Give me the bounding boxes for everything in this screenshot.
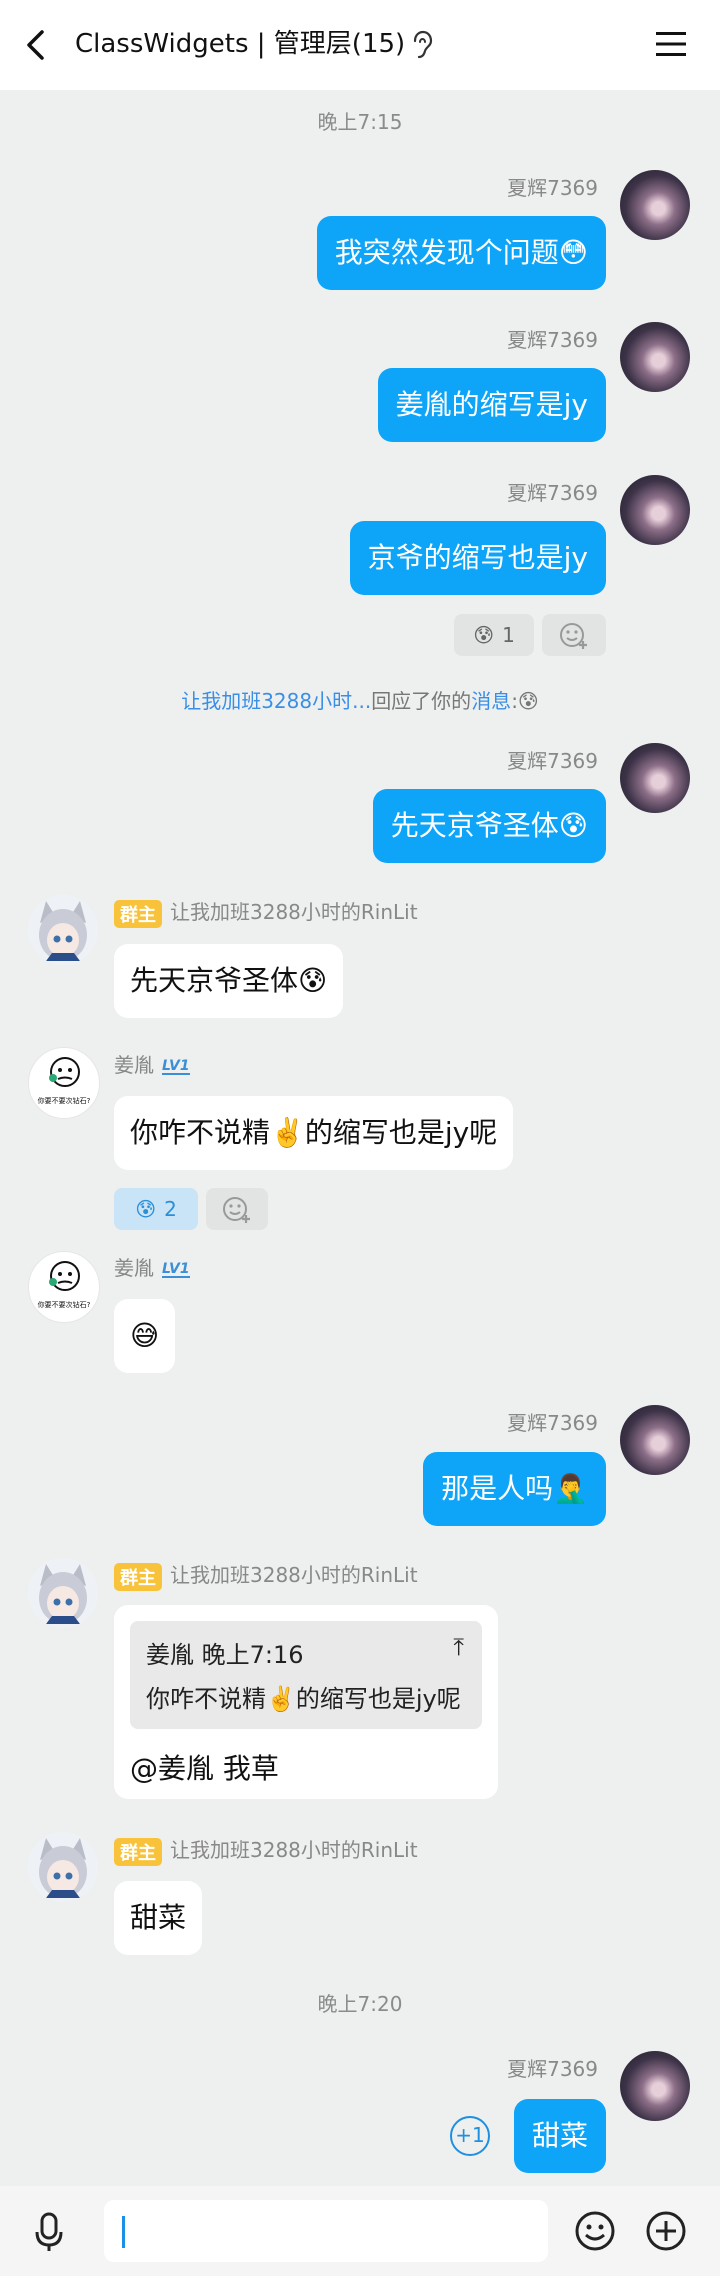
- sender-name: 群主 让我加班3288小时的RinLit: [114, 896, 418, 928]
- message-bubble[interactable]: 那是人吗🤦‍♂️: [423, 1452, 606, 1526]
- sender-name: 夏辉7369: [507, 481, 598, 505]
- sender-name: 夏辉7369: [507, 2057, 598, 2081]
- quoted-message[interactable]: 姜胤 晚上7:16 ⤒ 你咋不说精✌️的缩写也是jy呢: [130, 1621, 482, 1729]
- sender-name: 夏辉7369: [507, 328, 598, 352]
- sender-name: 群主 让我加班3288小时的RinLit: [114, 1834, 418, 1866]
- chat-title: ClassWidgets | 管理层(15): [75, 29, 406, 59]
- add-reaction-button[interactable]: [206, 1188, 268, 1230]
- sender-name: 姜胤 LV1: [114, 1252, 190, 1281]
- quote-header: 姜胤 晚上7:16: [146, 1641, 304, 1669]
- avatar[interactable]: [620, 2051, 690, 2121]
- sender-name: 夏辉7369: [507, 1411, 598, 1435]
- notice-user-link[interactable]: 让我加班3288小时...: [181, 689, 371, 713]
- avatar[interactable]: [620, 170, 690, 240]
- meme-caption: 你要不要次钻石?: [38, 1300, 91, 1309]
- add-reaction-icon: [223, 1197, 250, 1223]
- timestamp: 晚上7:20: [317, 1992, 403, 2016]
- sender-label: 姜胤: [114, 1053, 154, 1077]
- reply-text: @姜胤 我草: [130, 1752, 279, 1785]
- notice-text: 回应了你的: [371, 689, 472, 713]
- sender-label: 让我加班3288小时的RinLit: [170, 1563, 418, 1587]
- avatar[interactable]: [28, 1832, 98, 1902]
- meme-avatar-image: 你要不要次钻石?: [38, 1057, 91, 1105]
- avatar[interactable]: [28, 895, 98, 965]
- reaction-emoji: 😰: [135, 1197, 157, 1221]
- message-bubble[interactable]: 姜胤的缩写是jy: [377, 368, 606, 442]
- reaction-chip[interactable]: 😰 1: [454, 614, 534, 656]
- avatar[interactable]: 你要不要次钻石?: [28, 1251, 100, 1323]
- plus-one-button[interactable]: +1: [450, 2116, 490, 2156]
- avatar[interactable]: [620, 475, 690, 545]
- ear-icon: [413, 30, 433, 59]
- sender-name: 夏辉7369: [507, 176, 598, 200]
- add-reaction-button[interactable]: [542, 614, 606, 656]
- collapse-arrow-icon[interactable]: ⤒: [453, 1633, 464, 1661]
- meme-avatar-image: 你要不要次钻石?: [38, 1261, 91, 1309]
- sender-label: 姜胤: [114, 1256, 154, 1280]
- owner-badge: 群主: [114, 899, 162, 928]
- message-bubble[interactable]: 甜菜: [114, 1881, 203, 1955]
- avatar[interactable]: [620, 322, 690, 392]
- owner-badge: 群主: [114, 1562, 162, 1591]
- sender-name: 姜胤 LV1: [114, 1049, 190, 1078]
- message-bubble[interactable]: 先天京爷圣体😰: [372, 789, 606, 863]
- anime-avatar-image: [28, 895, 98, 965]
- text-cursor: [122, 2216, 125, 2248]
- quote-text: 你咋不说精✌️的缩写也是jy呢: [146, 1685, 461, 1713]
- avatar[interactable]: [28, 1558, 98, 1628]
- avatar[interactable]: [620, 743, 690, 813]
- message-bubble[interactable]: 甜菜: [513, 2099, 606, 2173]
- message-bubble[interactable]: 京爷的缩写也是jy: [349, 521, 606, 595]
- reaction-chip[interactable]: 😰 2: [114, 1188, 198, 1230]
- reply-bubble[interactable]: 姜胤 晚上7:16 ⤒ 你咋不说精✌️的缩写也是jy呢 @姜胤 我草: [114, 1605, 498, 1799]
- level-badge: LV1: [162, 1057, 190, 1075]
- message-input[interactable]: [104, 2200, 548, 2262]
- emoji-icon[interactable]: [574, 2210, 616, 2252]
- reaction-count: 1: [502, 623, 515, 647]
- message-bubble[interactable]: 😅: [114, 1299, 176, 1373]
- notice-emoji: :😰: [511, 689, 539, 713]
- level-badge: LV1: [162, 1260, 190, 1278]
- anime-avatar-image: [28, 1558, 98, 1628]
- message-bubble[interactable]: 先天京爷圣体😰: [114, 944, 344, 1018]
- message-bubble[interactable]: 你咋不说精✌️的缩写也是jy呢: [114, 1096, 514, 1170]
- reaction-count: 2: [164, 1197, 177, 1221]
- top-bar: ClassWidgets | 管理层(15): [0, 0, 720, 90]
- owner-badge: 群主: [114, 1837, 162, 1866]
- microphone-icon[interactable]: [34, 2212, 64, 2252]
- notice-message-link[interactable]: 消息: [471, 689, 511, 713]
- timestamp: 晚上7:15: [317, 110, 403, 134]
- add-reaction-icon: [560, 623, 587, 649]
- sender-label: 让我加班3288小时的RinLit: [170, 1838, 418, 1862]
- sender-name: 夏辉7369: [507, 749, 598, 773]
- chevron-left-icon[interactable]: [22, 28, 52, 62]
- sender-name: 群主 让我加班3288小时的RinLit: [114, 1559, 418, 1591]
- message-bubble[interactable]: 我突然发现个问题😳: [316, 216, 606, 290]
- meme-caption: 你要不要次钻石?: [38, 1096, 91, 1105]
- reaction-notice: 让我加班3288小时...回应了你的消息:😰: [0, 685, 720, 714]
- avatar[interactable]: [620, 1405, 690, 1475]
- menu-icon[interactable]: [656, 30, 686, 58]
- avatar[interactable]: 你要不要次钻石?: [28, 1047, 100, 1119]
- anime-avatar-image: [28, 1832, 98, 1902]
- plus-circle-icon[interactable]: [645, 2210, 687, 2252]
- sender-label: 让我加班3288小时的RinLit: [170, 900, 418, 924]
- input-bar: [0, 2186, 720, 2276]
- reaction-emoji: 😰: [473, 623, 495, 647]
